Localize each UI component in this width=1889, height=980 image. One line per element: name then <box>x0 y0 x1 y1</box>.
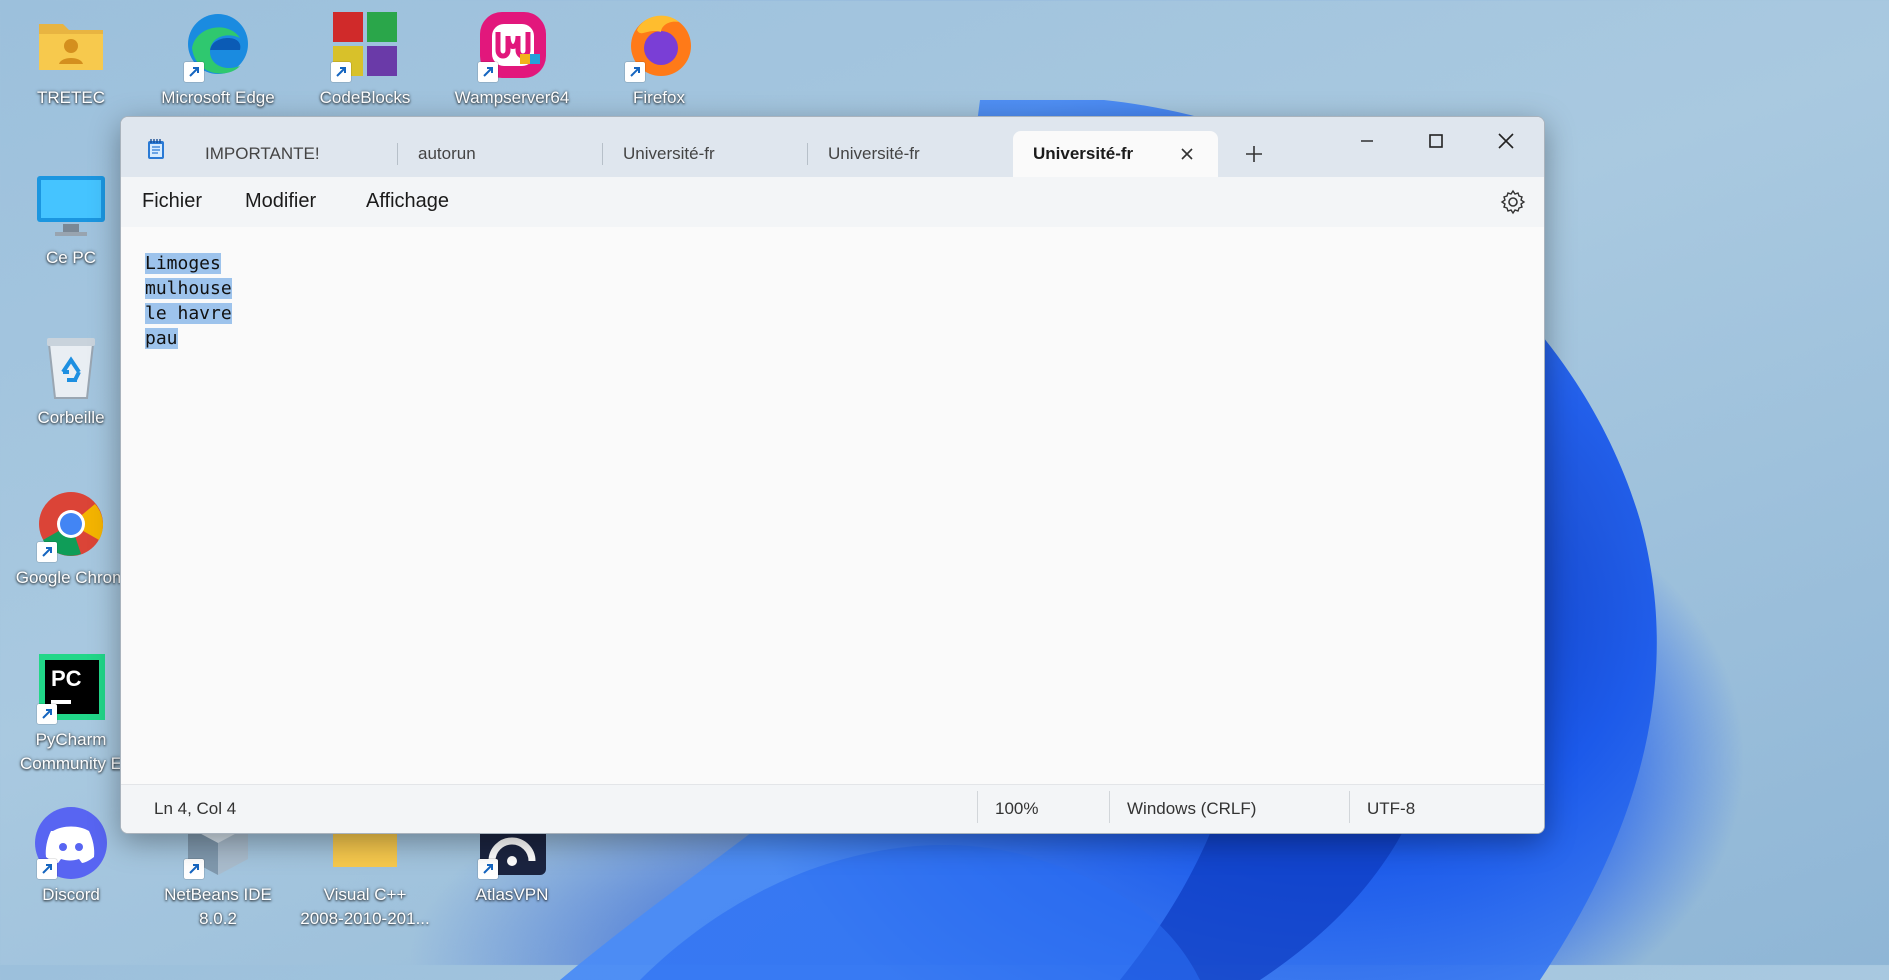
maximize-button[interactable] <box>1408 123 1464 159</box>
desktop-icon-label: Visual C++ <box>323 885 407 904</box>
wampserver-icon <box>474 8 550 84</box>
selected-text: Limoges <box>145 253 221 274</box>
edge-icon <box>180 8 256 84</box>
pycharm-icon: PC <box>33 650 109 726</box>
editor-line: Limoges <box>145 251 232 276</box>
desktop-icon-label-line2: 2008-2010-201... <box>300 909 430 928</box>
minimize-icon <box>1361 140 1373 142</box>
desktop-icon-label: TRETEC <box>37 88 105 107</box>
desktop-icon-label: AtlasVPN <box>475 885 549 904</box>
maximize-icon <box>1429 134 1443 148</box>
discord-icon <box>33 805 109 881</box>
line-ending: Windows (CRLF) <box>1108 791 1257 823</box>
tab-autorun[interactable]: autorun <box>398 131 603 177</box>
desktop-icon-wampserver[interactable]: Wampserver64 <box>442 8 582 110</box>
shortcut-arrow-icon <box>37 704 57 724</box>
tab-label: Université-fr <box>623 144 715 163</box>
status-bar: Ln 4, Col 4 100% Windows (CRLF) UTF-8 <box>121 784 1544 833</box>
menu-bar: Fichier Modifier Affichage <box>121 177 1544 228</box>
encoding: UTF-8 <box>1348 791 1416 823</box>
title-bar[interactable]: IMPORTANTE! autorun Université-fr Univer… <box>121 117 1544 177</box>
tab-importante[interactable]: IMPORTANTE! <box>185 131 398 177</box>
tab-label: IMPORTANTE! <box>205 144 320 163</box>
close-window-button[interactable] <box>1478 123 1534 159</box>
tab-label: autorun <box>418 144 476 163</box>
tab-universite-2[interactable]: Université-fr <box>808 131 1013 177</box>
shortcut-arrow-icon <box>184 62 204 82</box>
shortcut-arrow-icon <box>184 859 204 879</box>
settings-gear-icon[interactable] <box>1500 189 1526 215</box>
monitor-icon <box>33 168 109 244</box>
zoom-level: 100% <box>976 791 1039 823</box>
text-editor[interactable]: Limoges mulhouse le havre pau <box>121 227 1544 785</box>
desktop-icon-label: NetBeans IDE <box>164 885 272 904</box>
desktop-icon-label: Discord <box>42 885 100 904</box>
selected-text: le havre <box>145 303 232 324</box>
tab-universite-1[interactable]: Université-fr <box>603 131 808 177</box>
desktop-icon-label: CodeBlocks <box>319 88 411 107</box>
shortcut-arrow-icon <box>478 62 498 82</box>
notepad-app-icon <box>145 138 167 160</box>
shortcut-arrow-icon <box>331 62 351 82</box>
folder-user-icon <box>33 8 109 84</box>
shortcut-arrow-icon <box>478 859 498 879</box>
desktop-icon-label: Wampserver64 <box>454 88 570 107</box>
desktop-icon-edge[interactable]: Microsoft Edge <box>148 8 288 110</box>
tab-label: Université-fr <box>1033 144 1134 163</box>
editor-content: Limoges mulhouse le havre pau <box>145 251 232 351</box>
desktop-icon-label-line2: 8.0.2 <box>199 909 237 928</box>
tab-close-icon[interactable] <box>1176 143 1198 165</box>
selected-text: mulhouse <box>145 278 232 299</box>
notepad-window: IMPORTANTE! autorun Université-fr Univer… <box>120 116 1545 834</box>
menu-modifier[interactable]: Modifier <box>245 190 316 213</box>
menu-fichier[interactable]: Fichier <box>142 190 202 213</box>
minimize-button[interactable] <box>1339 123 1395 159</box>
firefox-icon <box>621 8 697 84</box>
new-tab-button[interactable] <box>1239 139 1269 169</box>
desktop-icon-tretec[interactable]: TRETEC <box>1 8 141 110</box>
selected-text: pau <box>145 328 178 349</box>
shortcut-arrow-icon <box>37 542 57 562</box>
editor-line: le havre <box>145 301 232 326</box>
shortcut-arrow-icon <box>37 859 57 879</box>
codeblocks-icon <box>327 8 403 84</box>
editor-line: pau <box>145 326 232 351</box>
recycle-bin-icon <box>33 328 109 404</box>
desktop-icon-label: Microsoft Edge <box>161 88 275 107</box>
tab-universite-active[interactable]: Université-fr <box>1013 131 1218 177</box>
desktop-icon-codeblocks[interactable]: CodeBlocks <box>295 8 435 110</box>
desktop-icon-label: Firefox <box>633 88 685 107</box>
cursor-position: Ln 4, Col 4 <box>154 799 237 818</box>
shortcut-arrow-icon <box>625 62 645 82</box>
menu-affichage[interactable]: Affichage <box>366 190 449 213</box>
tab-label: Université-fr <box>828 144 920 163</box>
chrome-icon <box>33 488 109 564</box>
desktop-icon-firefox[interactable]: Firefox <box>589 8 729 110</box>
editor-line: mulhouse <box>145 276 232 301</box>
svg-text:PC: PC <box>51 666 82 691</box>
close-icon <box>1498 133 1514 149</box>
